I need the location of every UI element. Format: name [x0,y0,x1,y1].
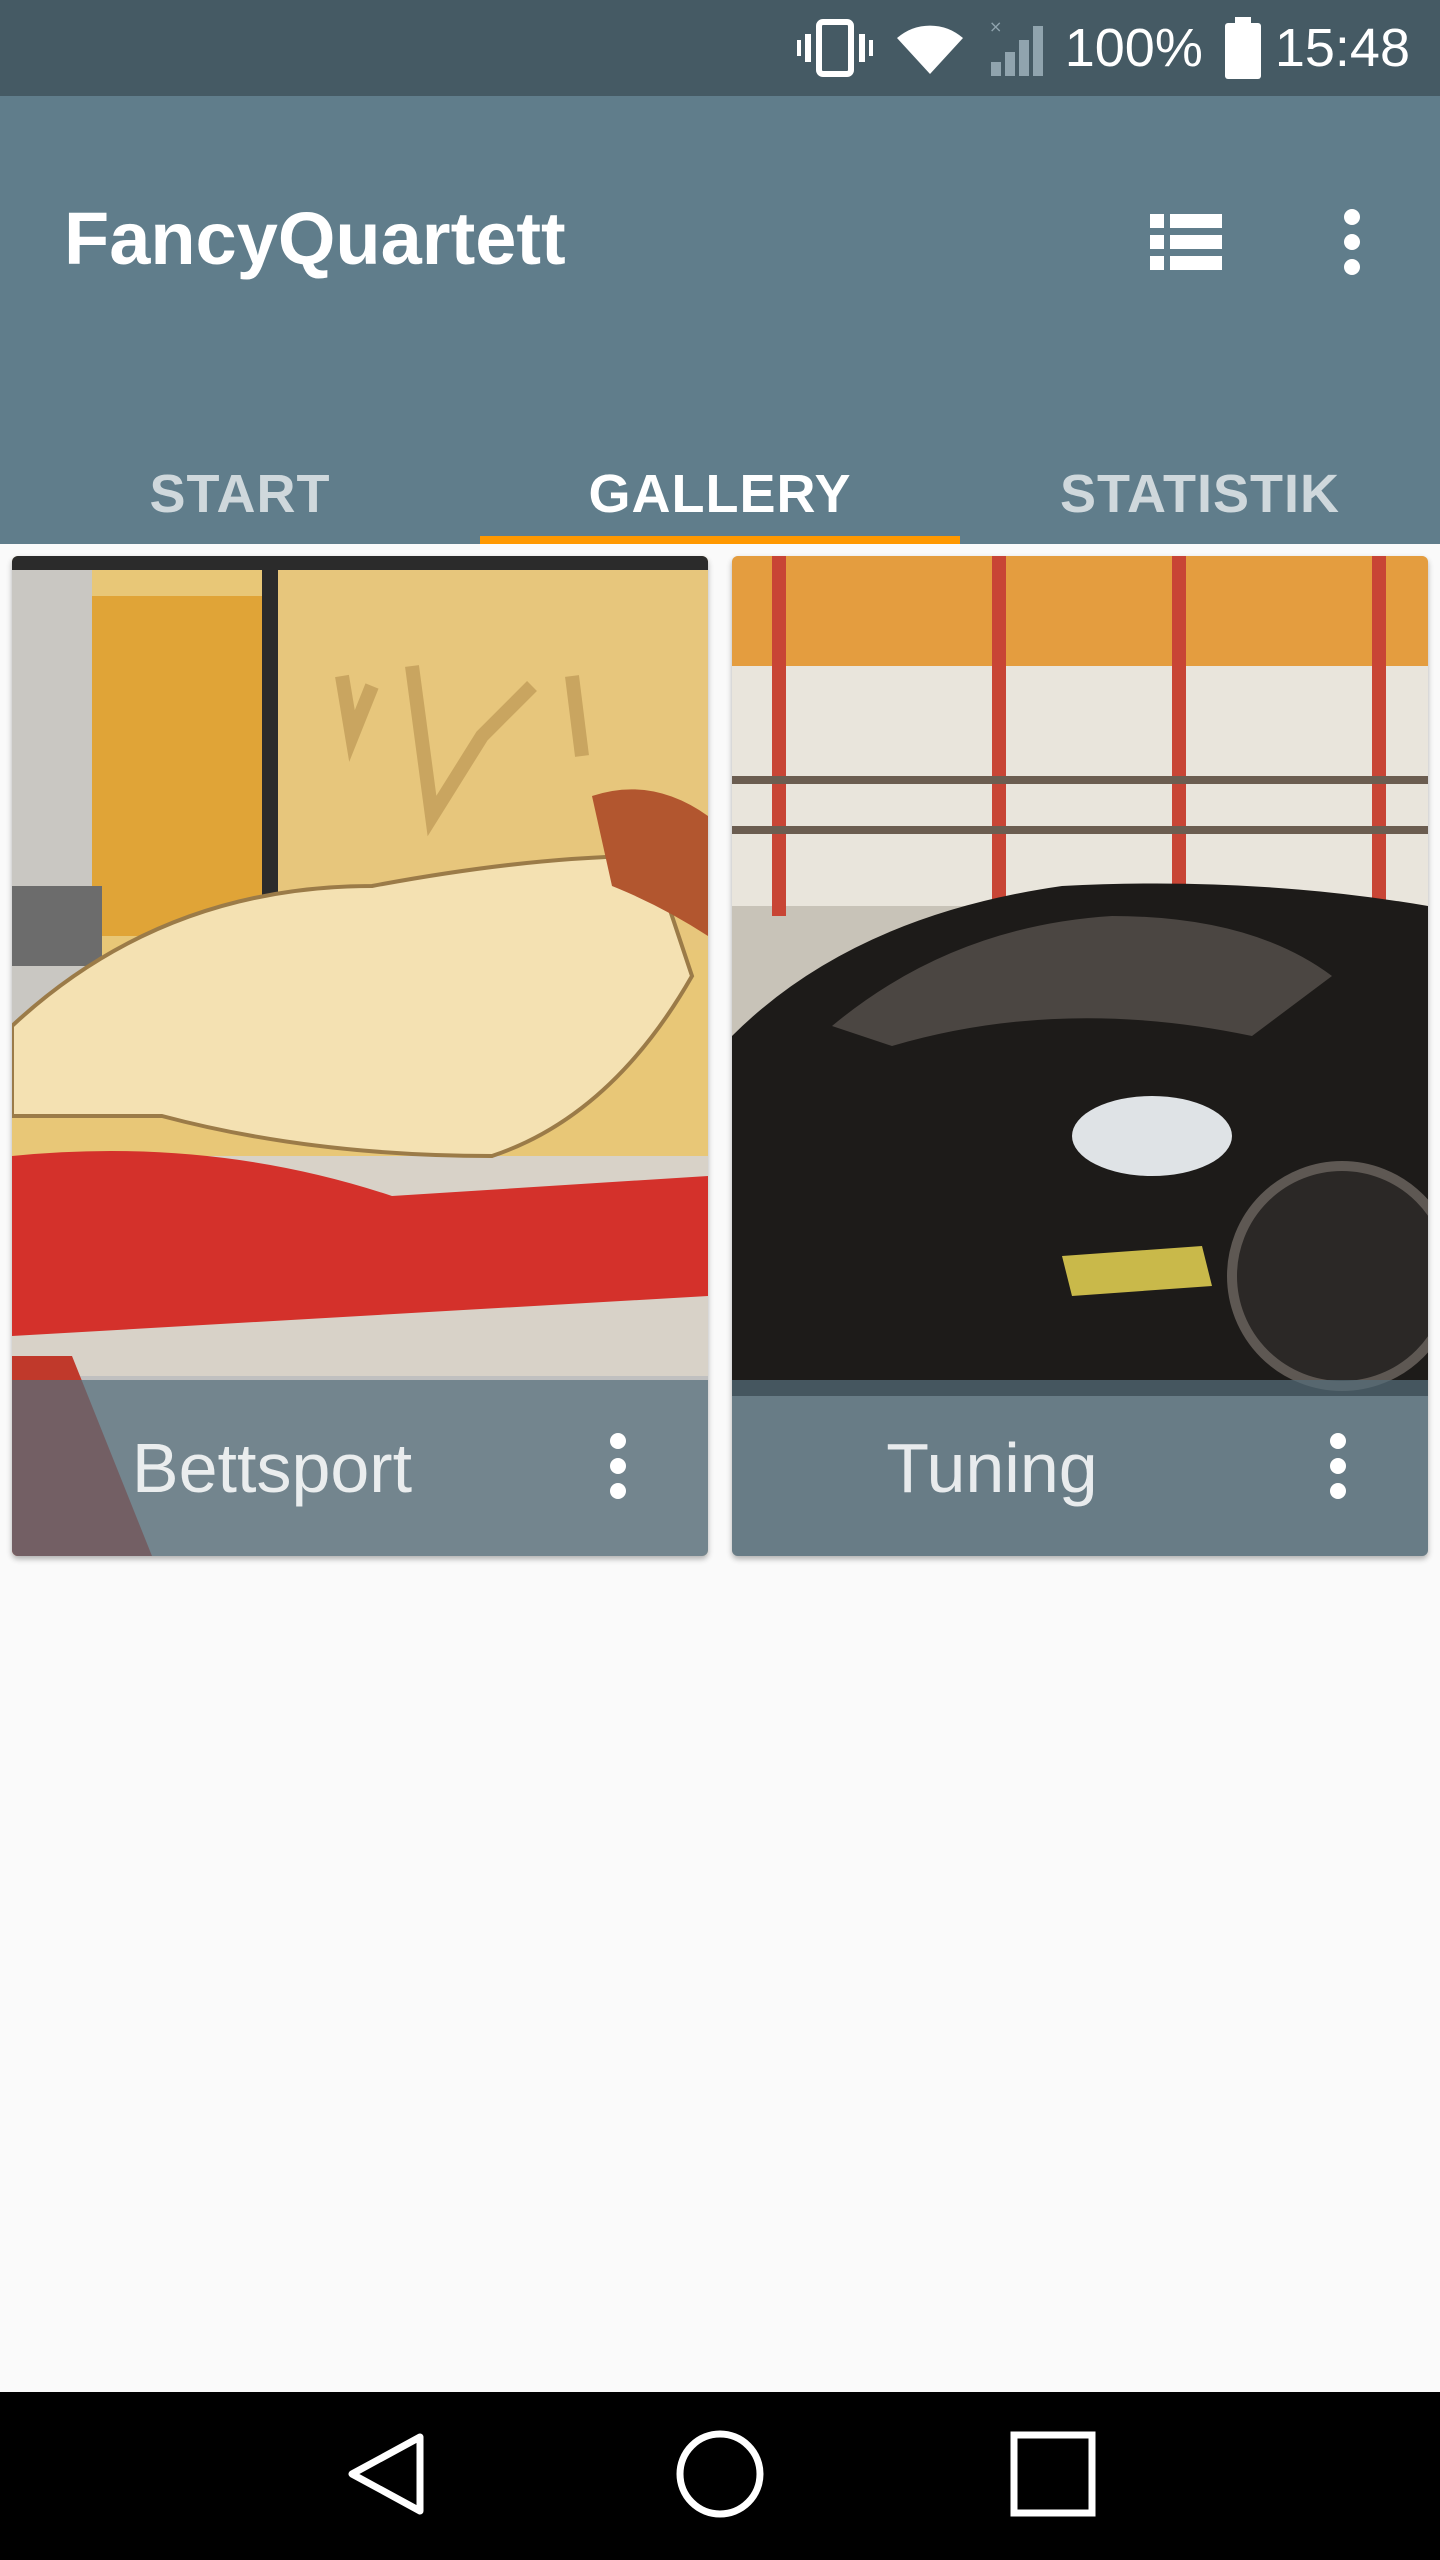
recents-icon [1008,2429,1098,2524]
wifi-icon [895,20,965,76]
clock: 15:48 [1274,18,1410,78]
card-title: Bettsport [131,1429,413,1507]
card-menu-button[interactable] [1308,1418,1368,1518]
back-button[interactable] [327,2416,447,2536]
card-menu-button[interactable] [588,1418,648,1518]
overflow-menu-icon [1342,208,1362,281]
tab-gallery[interactable]: GALLERY [480,444,960,544]
overflow-menu-icon [1328,1432,1348,1505]
app-bar: FancyQuartett START GALLERY STATISTIK [0,96,1440,544]
recents-button[interactable] [993,2416,1113,2536]
card-footer: Bettsport [12,1380,708,1556]
home-icon [674,2428,766,2525]
app-title: FancyQuartett [64,197,566,280]
vibrate-icon [796,18,873,78]
status-bar: × 100% 15:48 [0,0,1440,96]
signal-icon: × [987,18,1051,78]
overflow-menu-button[interactable] [1304,196,1400,292]
tab-statistik[interactable]: STATISTIK [960,444,1440,544]
back-icon [342,2429,432,2524]
tab-bar: START GALLERY STATISTIK [0,444,1440,544]
overflow-menu-icon [608,1432,628,1505]
battery-icon [1224,17,1261,79]
gallery-card-bettsport[interactable]: Bettsport [12,556,708,1556]
home-button[interactable] [660,2416,780,2536]
tab-start[interactable]: START [0,444,480,544]
system-nav-bar [0,2392,1440,2560]
gallery-card-tuning[interactable]: Tuning [732,556,1428,1556]
list-view-button[interactable] [1138,196,1234,292]
card-footer: Tuning [732,1380,1428,1556]
battery-percent: 100% [1064,18,1203,78]
card-title: Tuning [886,1429,1098,1507]
list-view-icon [1150,212,1222,277]
svg-text:×: × [989,18,1002,36]
